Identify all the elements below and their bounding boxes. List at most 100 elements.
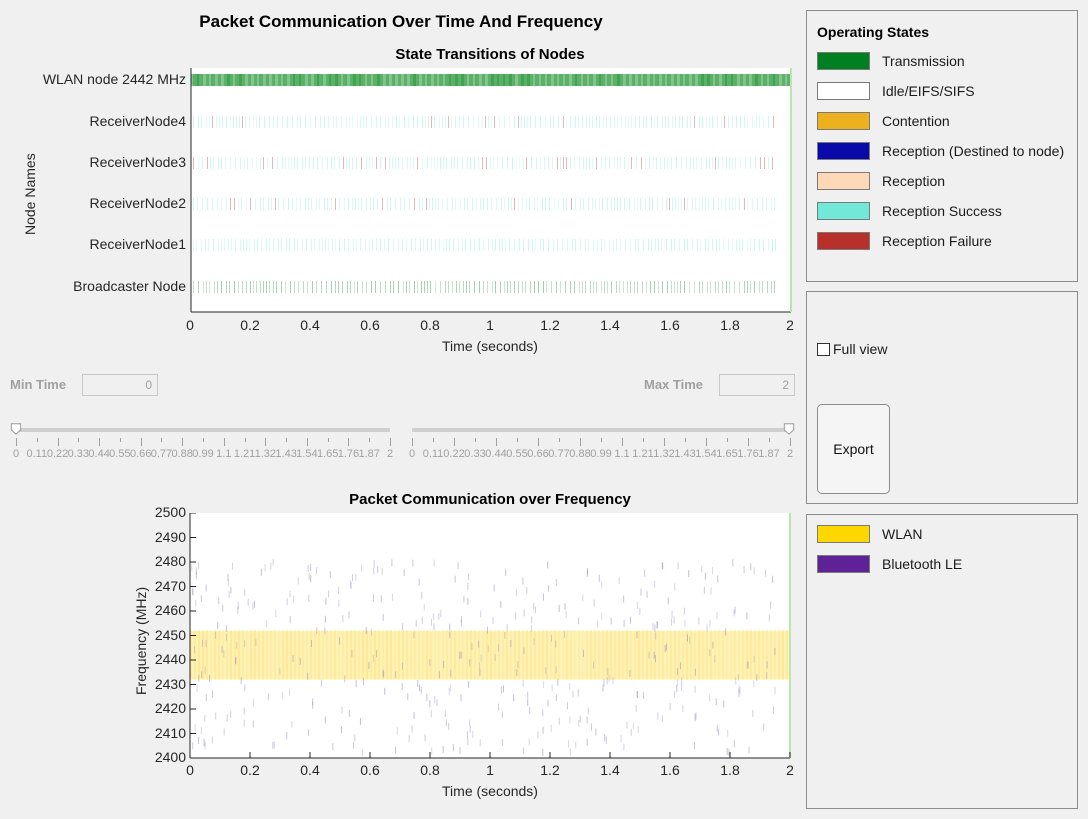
bluetooth-packet-mark bbox=[602, 684, 604, 692]
freq-xtick-label: 0.6 bbox=[360, 762, 380, 778]
state-mark bbox=[712, 239, 713, 251]
state-mark bbox=[638, 239, 639, 251]
bluetooth-packet-mark bbox=[391, 559, 393, 567]
state-mark bbox=[238, 198, 239, 210]
state-mark bbox=[432, 198, 433, 210]
state-mark bbox=[310, 116, 311, 128]
state-mark bbox=[334, 157, 335, 169]
slider-tick-mark bbox=[622, 438, 623, 446]
slider-tick-label: 1.1 bbox=[216, 448, 232, 460]
bluetooth-packet-mark bbox=[373, 560, 375, 568]
state-mark bbox=[689, 74, 692, 86]
slider-tick-label: 1.87 bbox=[758, 448, 780, 460]
bluetooth-packet-mark bbox=[479, 668, 481, 676]
state-mark bbox=[611, 198, 612, 210]
bluetooth-packet-mark bbox=[569, 683, 571, 691]
state-mark bbox=[448, 281, 449, 293]
wlan-packet-mark bbox=[290, 630, 292, 680]
slider-tick-label: 0.22 bbox=[443, 448, 465, 460]
state-mark bbox=[221, 239, 222, 251]
bluetooth-packet-mark bbox=[308, 729, 310, 737]
slider-tick-label: 0.88 bbox=[569, 448, 591, 460]
state-mark bbox=[614, 116, 615, 128]
state-mark bbox=[267, 157, 268, 169]
slider-tick-mark bbox=[580, 438, 581, 446]
state-mark bbox=[550, 116, 551, 128]
bluetooth-packet-mark bbox=[636, 602, 638, 610]
state-mark bbox=[341, 74, 343, 86]
wlan-packet-mark bbox=[206, 630, 208, 680]
state-mark bbox=[291, 157, 292, 169]
state-mark bbox=[575, 116, 576, 128]
bluetooth-packet-mark bbox=[674, 690, 676, 698]
state-mark bbox=[658, 281, 659, 293]
bluetooth-packet-mark bbox=[666, 643, 668, 651]
frequency-plot[interactable] bbox=[189, 513, 793, 765]
wlan-packet-mark bbox=[422, 630, 424, 680]
state-mark bbox=[675, 116, 676, 128]
min-slider-thumb[interactable] bbox=[10, 423, 22, 435]
bluetooth-packet-mark bbox=[748, 746, 750, 754]
full-view-label[interactable]: Full view bbox=[833, 341, 887, 357]
export-button[interactable]: Export bbox=[817, 404, 890, 494]
state-mark bbox=[599, 116, 600, 128]
wlan-packet-mark bbox=[486, 630, 488, 680]
wlan-packet-mark bbox=[514, 630, 516, 680]
state-mark bbox=[493, 157, 494, 169]
state-mark bbox=[217, 198, 218, 210]
state-mark bbox=[580, 239, 581, 251]
state-mark bbox=[331, 157, 332, 169]
state-mark bbox=[684, 281, 685, 293]
bluetooth-packet-mark bbox=[644, 569, 646, 577]
state-mark bbox=[348, 239, 349, 251]
state-mark bbox=[569, 74, 572, 86]
state-mark bbox=[507, 157, 508, 169]
state-mark bbox=[518, 281, 519, 293]
full-view-toggle[interactable]: Full view bbox=[817, 341, 887, 357]
bluetooth-packet-mark bbox=[418, 578, 420, 586]
state-mark bbox=[774, 281, 775, 293]
state-mark bbox=[682, 116, 683, 128]
min-time-slider[interactable]: 0 0.11 0.22 0.33 0.44 0.55 0.66 0.77 0.88 0.99 1.1… bbox=[10, 420, 400, 470]
bluetooth-packet-mark bbox=[279, 667, 281, 675]
bluetooth-packet-mark bbox=[312, 701, 314, 709]
state-mark bbox=[273, 239, 274, 251]
state-mark bbox=[395, 198, 396, 210]
state-mark bbox=[766, 198, 767, 210]
state-mark bbox=[570, 157, 571, 169]
bluetooth-packet-mark bbox=[648, 651, 650, 659]
state-mark bbox=[507, 281, 508, 293]
state-mark bbox=[264, 116, 265, 128]
state-mark bbox=[454, 157, 455, 169]
max-slider-thumb[interactable] bbox=[783, 423, 795, 435]
bluetooth-packet-mark bbox=[332, 743, 334, 751]
bluetooth-packet-mark bbox=[440, 610, 442, 618]
bluetooth-packet-mark bbox=[746, 661, 748, 669]
bluetooth-packet-mark bbox=[244, 640, 246, 648]
state-mark bbox=[487, 281, 488, 293]
wlan-packet-mark bbox=[418, 630, 420, 680]
bluetooth-packet-mark bbox=[693, 742, 695, 750]
max-time-slider[interactable]: 0 0.11 0.22 0.33 0.44 0.55 0.66 0.77 0.88 0.99 1.1… bbox=[406, 420, 796, 470]
min-time-input[interactable]: 0 bbox=[82, 374, 158, 396]
bluetooth-packet-mark bbox=[586, 569, 588, 577]
state-mark bbox=[376, 116, 377, 128]
max-slider-track[interactable] bbox=[412, 428, 790, 432]
full-view-checkbox[interactable] bbox=[817, 342, 830, 356]
bluetooth-packet-mark bbox=[704, 572, 706, 580]
state-mark bbox=[316, 281, 317, 293]
min-slider-track[interactable] bbox=[16, 428, 390, 432]
slider-tick-label: 1.43 bbox=[674, 448, 696, 460]
state-mark bbox=[437, 74, 439, 86]
wlan-packet-mark bbox=[198, 630, 200, 680]
state-mark bbox=[712, 157, 713, 169]
wlan-packet-mark bbox=[714, 630, 716, 680]
state-mark bbox=[721, 116, 722, 128]
bluetooth-packet-mark bbox=[630, 728, 632, 736]
state-transitions-plot[interactable] bbox=[190, 68, 792, 313]
max-time-input[interactable]: 2 bbox=[719, 374, 795, 396]
state-mark bbox=[414, 198, 415, 210]
bluetooth-packet-mark bbox=[469, 659, 471, 667]
bluetooth-packet-mark bbox=[218, 597, 220, 605]
state-mark bbox=[717, 116, 718, 128]
